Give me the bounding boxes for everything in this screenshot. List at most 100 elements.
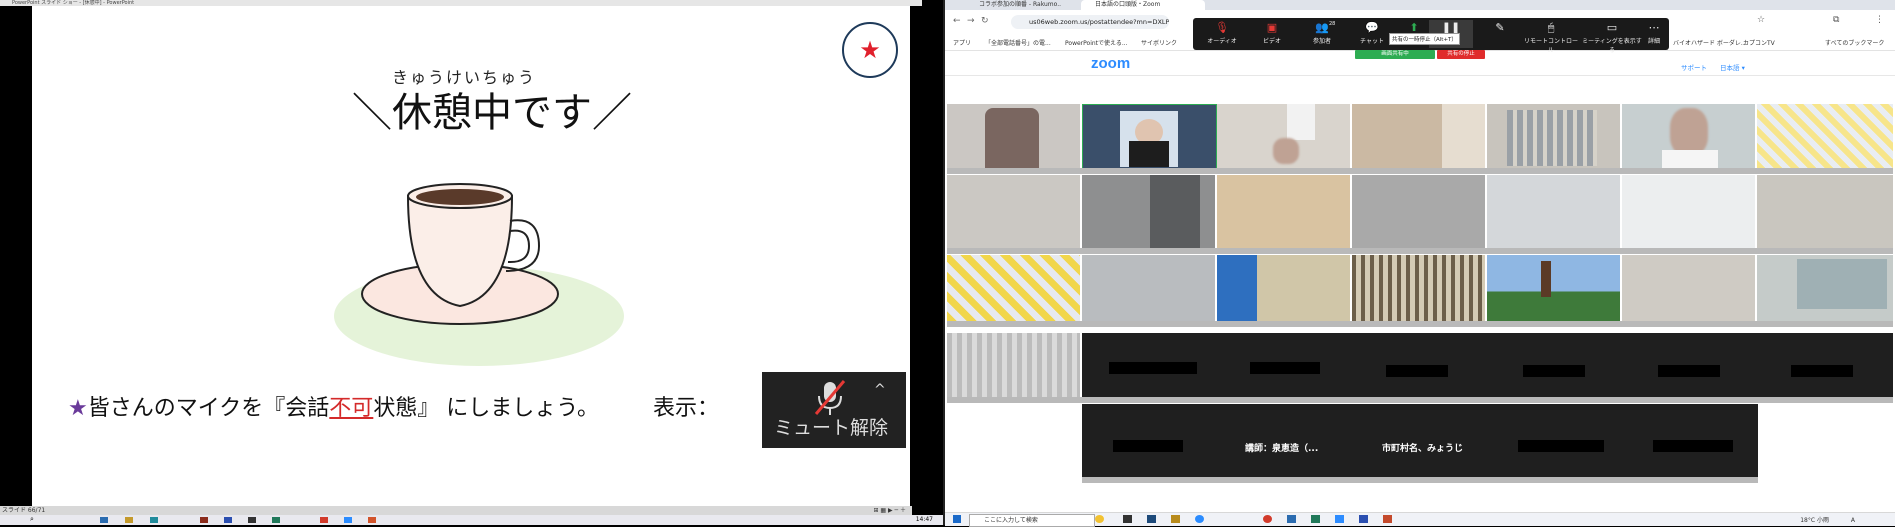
instruction-text-2: 状態』 にしましょう。 xyxy=(373,396,599,421)
row-separator xyxy=(947,248,1893,254)
participant-tile[interactable] xyxy=(947,255,1080,321)
taskbar-app-icon[interactable] xyxy=(100,517,108,523)
participant-name-redacted xyxy=(1791,365,1853,377)
view-buttons[interactable]: ⊞ ▦ ▶ ─ ＋ xyxy=(873,506,906,515)
participant-tile[interactable] xyxy=(1487,104,1620,168)
taskbar-app-icon[interactable] xyxy=(248,517,256,523)
participant-tile[interactable] xyxy=(1352,104,1485,168)
taskbar-app-icon[interactable] xyxy=(125,517,133,523)
taskbar-app-icon[interactable] xyxy=(1263,515,1272,523)
participant-tile[interactable] xyxy=(1622,104,1755,168)
participant-name-redacted xyxy=(1250,362,1320,374)
participant-tile[interactable] xyxy=(947,333,1080,397)
taskbar-app-icon[interactable] xyxy=(1195,515,1204,523)
screen-sharing-indicator[interactable]: 画面共有中 xyxy=(1355,50,1435,59)
participant-tile[interactable] xyxy=(947,175,1080,248)
participant-tile[interactable] xyxy=(1622,255,1755,321)
participant-tile[interactable] xyxy=(1757,255,1893,321)
participant-tile[interactable] xyxy=(1217,104,1350,168)
row-separator xyxy=(947,168,1893,174)
taskbar-app-icon[interactable] xyxy=(344,517,352,523)
taskbar-app-icon[interactable] xyxy=(1123,515,1132,523)
bookmark-all[interactable]: すべてのブックマーク xyxy=(1825,38,1884,47)
more-button[interactable]: ⋯ 詳細 xyxy=(1629,20,1679,48)
star-icon[interactable]: ☆ xyxy=(1757,15,1765,25)
mute-button-illustration: ^ ミュート解除 xyxy=(762,372,906,448)
tab-strip: コラボ参加の順番 - Rakumo.. 日本語の口頭版・Zoom xyxy=(945,0,1895,10)
chevron-up-icon: ^ xyxy=(874,382,886,398)
taskbar-search[interactable]: ここに入力して検索 xyxy=(969,514,1095,527)
participant-tile[interactable] xyxy=(1487,175,1620,248)
video-button[interactable]: ▣ ビデオ xyxy=(1247,20,1297,48)
nav-language[interactable]: 日本語 ▾ xyxy=(1720,62,1745,72)
forward-icon[interactable]: → xyxy=(967,16,975,26)
participant-tile[interactable] xyxy=(1352,255,1485,321)
taskbar-app-icon[interactable] xyxy=(150,517,158,523)
taskbar-app-icon[interactable] xyxy=(200,517,208,523)
windows-start-icon[interactable] xyxy=(953,515,961,523)
participant-name-redacted xyxy=(1658,365,1720,377)
powerpoint-window: PowerPoint スライド ショー - [休憩中] - PowerPoint… xyxy=(0,0,943,525)
taskbar-app-icon[interactable] xyxy=(1335,515,1344,523)
menu-icon[interactable]: ⋮ xyxy=(1875,15,1884,25)
ime-indicator[interactable]: A xyxy=(1851,517,1855,524)
bookmark-2[interactable]: PowerPointで使える... xyxy=(1065,38,1128,47)
remote-control-button[interactable]: 🖱 リモートコントロール xyxy=(1523,20,1579,54)
taskbar-app-icon[interactable] xyxy=(1311,515,1320,523)
taskbar-app-icon[interactable] xyxy=(224,517,232,523)
pause-share-tooltip: 共有の一時停止（Alt+T） xyxy=(1389,33,1460,45)
coffee-cup-icon xyxy=(334,183,624,366)
participant-name-redacted xyxy=(1113,440,1183,452)
participant-tile[interactable] xyxy=(1217,255,1350,321)
participant-tile[interactable] xyxy=(1622,175,1755,248)
search-icon[interactable]: ⌕ xyxy=(30,515,34,524)
participant-tile[interactable] xyxy=(1217,175,1350,248)
mic-muted-icon xyxy=(814,380,846,415)
participants-icon: 👥 xyxy=(1315,21,1329,34)
weather-text[interactable]: 18°C 小雨 xyxy=(1800,517,1829,524)
row-separator xyxy=(1082,477,1758,483)
participant-tile[interactable] xyxy=(947,104,1080,168)
annotate-button[interactable]: ✎ xyxy=(1475,20,1525,48)
participant-tile[interactable] xyxy=(1487,255,1620,321)
participant-tile-active[interactable] xyxy=(1082,104,1217,170)
row-separator xyxy=(947,397,1893,403)
audio-button[interactable]: 🎙 オーディオ xyxy=(1197,20,1247,48)
participant-tile-row xyxy=(1082,333,1893,397)
participants-count: 28 xyxy=(1329,21,1336,27)
display-label: 表示： xyxy=(653,396,720,421)
windows-taskbar: ここに入力して検索 18°C 小雨 A xyxy=(945,512,1895,527)
bookmark-4[interactable]: バイオハザード ボーダレ... xyxy=(1673,38,1747,47)
bookmark-apps[interactable]: アプリ xyxy=(953,38,971,47)
participant-tile[interactable] xyxy=(1082,255,1215,321)
taskbar-app-icon[interactable] xyxy=(1287,515,1296,523)
extensions-icon[interactable]: ⧉ xyxy=(1833,15,1839,25)
zoom-logo[interactable]: zoom xyxy=(1091,55,1130,72)
nav-support[interactable]: サポート xyxy=(1681,62,1707,72)
tab-rakumo[interactable]: コラボ参加の順番 - Rakumo.. xyxy=(965,0,1089,10)
video-muted-icon: ▣ xyxy=(1266,21,1278,34)
bookmark-5[interactable]: カプコンTV xyxy=(1743,38,1775,47)
chrome-window: コラボ参加の順番 - Rakumo.. 日本語の口頭版・Zoom ← → ↻ ☆… xyxy=(945,0,1895,525)
tab-zoom[interactable]: 日本語の口頭版・Zoom xyxy=(1081,0,1205,10)
stop-share-button[interactable]: 共有の停止 xyxy=(1437,50,1485,59)
bookmark-1[interactable]: 「全部電話番号」の電... xyxy=(985,38,1051,47)
participant-tile[interactable] xyxy=(1082,175,1215,248)
taskbar-app-icon[interactable] xyxy=(1171,515,1180,523)
taskbar-app-icon[interactable] xyxy=(1383,515,1392,523)
participant-tile[interactable] xyxy=(1757,175,1893,248)
taskbar-app-icon[interactable] xyxy=(272,517,280,523)
taskbar-app-icon[interactable] xyxy=(368,517,376,523)
reload-icon[interactable]: ↻ xyxy=(981,16,989,26)
taskbar-app-icon[interactable] xyxy=(1147,515,1156,523)
url-field[interactable]: us06web.zoom.us/postattendee?mn=DXLP... xyxy=(1011,15,1169,29)
taskbar-app-icon[interactable] xyxy=(320,517,328,523)
taskbar-app-icon[interactable] xyxy=(1359,515,1368,523)
participant-tile[interactable] xyxy=(1352,175,1485,248)
participant-tile[interactable] xyxy=(1757,104,1893,168)
back-icon[interactable]: ← xyxy=(953,16,961,26)
participant-name-redacted xyxy=(1653,440,1733,452)
participants-button[interactable]: 👥 参加者 28 xyxy=(1297,20,1347,48)
bookmark-3[interactable]: サイボリンク xyxy=(1141,38,1177,47)
taskbar-app-icon[interactable] xyxy=(1095,515,1104,523)
